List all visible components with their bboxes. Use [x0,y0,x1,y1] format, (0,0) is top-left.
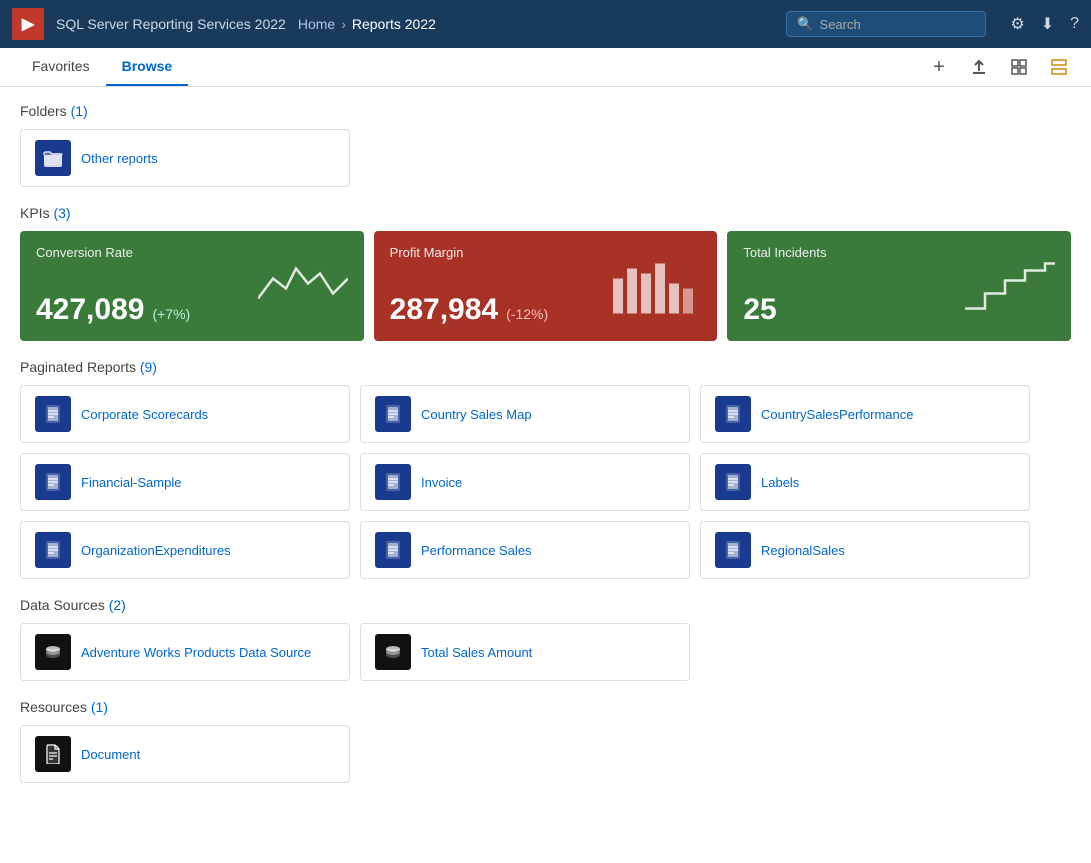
resources-title: Resources [20,699,87,715]
kpis-title: KPIs [20,205,50,221]
datasource-icon [375,634,411,670]
report-financial-sample[interactable]: Financial-Sample [20,453,350,511]
kpi-value: 25 [743,293,776,327]
kpi-total-incidents[interactable]: Total Incidents 25 [727,231,1071,341]
report-label: Corporate Scorecards [81,407,208,422]
report-country-sales-performance[interactable]: CountrySalesPerformance [700,385,1030,443]
upload-button[interactable] [963,51,995,83]
datasource-label: Adventure Works Products Data Source [81,645,311,660]
kpis-count: (3) [53,205,70,221]
datasource-label: Total Sales Amount [421,645,532,660]
folder-icon [35,140,71,176]
datasource-adventure-works[interactable]: Adventure Works Products Data Source [20,623,350,681]
kpis-grid: Conversion Rate 427,089 (+7%) Profit Mar… [20,231,1071,341]
report-performance-sales[interactable]: Performance Sales [360,521,690,579]
folders-count: (1) [71,103,88,119]
tab-browse[interactable]: Browse [106,48,189,86]
reports-count: (9) [140,359,157,375]
report-organization-expenditures[interactable]: OrganizationExpenditures [20,521,350,579]
settings-icon[interactable]: ⚙ [1010,14,1024,34]
tab-favorites[interactable]: Favorites [16,48,106,86]
header: ▶ SQL Server Reporting Services 2022 Hom… [0,0,1091,48]
help-icon[interactable]: ? [1070,15,1079,33]
kpi-conversion-rate[interactable]: Conversion Rate 427,089 (+7%) [20,231,364,341]
logo-icon: ▶ [22,14,34,34]
datasources-count: (2) [109,597,126,613]
kpi-change: (+7%) [152,306,190,322]
resource-icon [35,736,71,772]
datasources-grid: Adventure Works Products Data Source Tot… [20,623,1071,681]
report-icon [715,464,751,500]
reports-grid: Corporate Scorecards Country Sales Map C… [20,385,1071,579]
report-icon [375,396,411,432]
report-label: Financial-Sample [81,475,181,490]
report-regional-sales[interactable]: RegionalSales [700,521,1030,579]
kpi-sparkline-line [258,259,348,314]
tab-bar: Favorites Browse + [0,48,1091,87]
nav-current: Reports 2022 [352,16,436,32]
report-country-sales-map[interactable]: Country Sales Map [360,385,690,443]
datasource-total-sales[interactable]: Total Sales Amount [360,623,690,681]
folder-other-reports[interactable]: Other reports [20,129,350,187]
kpi-sparkline-bar [611,259,701,314]
resource-label: Document [81,747,140,762]
report-invoice[interactable]: Invoice [360,453,690,511]
report-icon [715,532,751,568]
datasources-header: Data Sources (2) [20,597,1071,613]
resource-document[interactable]: Document [20,725,350,783]
kpis-header: KPIs (3) [20,205,1071,221]
report-label: OrganizationExpenditures [81,543,231,558]
upload-icon [970,58,988,76]
report-label: RegionalSales [761,543,845,558]
resources-header: Resources (1) [20,699,1071,715]
folders-title: Folders [20,103,67,119]
nav-separator: › [341,16,346,32]
nav-home[interactable]: Home [298,16,335,32]
app-title: SQL Server Reporting Services 2022 [56,16,286,32]
folder-label: Other reports [81,151,158,166]
report-label: CountrySalesPerformance [761,407,913,422]
report-label: Labels [761,475,799,490]
new-button[interactable]: + [923,51,955,83]
breadcrumb: Home › Reports 2022 [298,16,436,32]
folders-header: Folders (1) [20,103,1071,119]
search-placeholder: Search [820,17,861,32]
report-label: Invoice [421,475,462,490]
folders-grid: Other reports [20,129,1071,187]
detail-view-icon [1050,58,1068,76]
search-icon: 🔍 [797,16,813,32]
report-label: Country Sales Map [421,407,532,422]
kpi-value: 287,984 [390,293,498,327]
report-icon [35,396,71,432]
report-icon [35,532,71,568]
main-content: Folders (1) Other reports KPIs (3) Conve… [0,87,1091,858]
search-bar[interactable]: 🔍 Search [786,11,986,37]
kpi-sparkline-step [965,259,1055,314]
report-label: Performance Sales [421,543,532,558]
resources-grid: Document [20,725,1071,783]
tile-view-button[interactable] [1003,51,1035,83]
reports-title: Paginated Reports [20,359,136,375]
report-icon [375,464,411,500]
header-actions: ⚙ ⬇ ? [1010,14,1079,34]
report-icon [715,396,751,432]
report-icon [375,532,411,568]
report-icon [35,464,71,500]
report-labels[interactable]: Labels [700,453,1030,511]
resources-count: (1) [91,699,108,715]
report-corporate-scorecards[interactable]: Corporate Scorecards [20,385,350,443]
app-logo: ▶ [12,8,44,40]
kpi-change: (-12%) [506,306,548,322]
datasources-title: Data Sources [20,597,105,613]
kpi-profit-margin[interactable]: Profit Margin 287,984 (-12%) [374,231,718,341]
tab-actions: + [923,51,1075,83]
kpi-value: 427,089 [36,293,144,327]
download-icon[interactable]: ⬇ [1041,14,1054,34]
reports-header: Paginated Reports (9) [20,359,1071,375]
detail-view-button[interactable] [1043,51,1075,83]
datasource-icon [35,634,71,670]
tile-view-icon [1010,58,1028,76]
